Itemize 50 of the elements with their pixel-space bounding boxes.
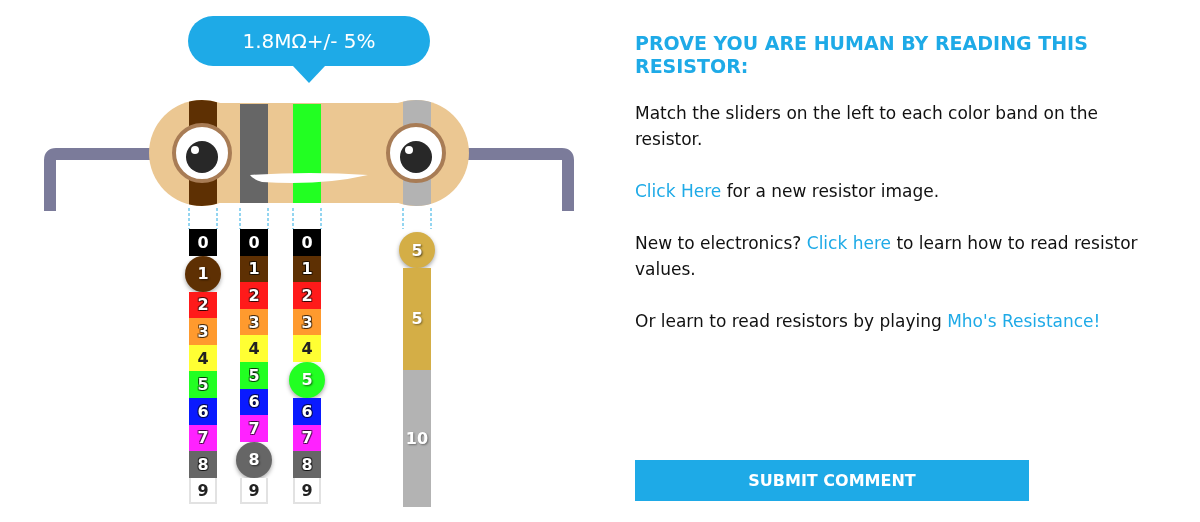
slider-knob[interactable]: 8 bbox=[236, 441, 272, 478]
leader-line bbox=[402, 207, 404, 229]
color-code-cell[interactable]: 4 bbox=[293, 335, 321, 362]
leader-line bbox=[430, 207, 432, 229]
tolerance-segment[interactable]: 5 bbox=[403, 268, 431, 370]
eye bbox=[386, 123, 446, 183]
link[interactable]: Click Here bbox=[635, 181, 722, 201]
color-code-cell[interactable]: 7 bbox=[189, 424, 217, 452]
paragraph: Or learn to read resistors by playing Mho's Resistance! bbox=[635, 310, 1102, 333]
color-code-cell[interactable]: 0 bbox=[240, 229, 268, 256]
color-code-cell[interactable]: 8 bbox=[189, 451, 217, 478]
color-code-cell[interactable]: 1 bbox=[240, 255, 268, 283]
color-code-cell[interactable]: 6 bbox=[240, 388, 268, 416]
color-code-cell[interactable]: 7 bbox=[293, 424, 321, 452]
color-code-cell[interactable]: 4 bbox=[189, 344, 217, 372]
color-code-cell[interactable]: 3 bbox=[240, 308, 268, 336]
color-code-cell[interactable]: 9 bbox=[240, 477, 268, 505]
color-code-cell[interactable]: 2 bbox=[293, 282, 321, 309]
leader-line bbox=[239, 207, 241, 229]
color-code-cell[interactable]: 7 bbox=[240, 415, 268, 442]
slider-knob[interactable]: 1 bbox=[185, 255, 221, 292]
leader-line bbox=[292, 207, 294, 229]
color-code-cell[interactable]: 4 bbox=[240, 335, 268, 362]
leader-line bbox=[216, 207, 218, 229]
link[interactable]: Mho's Resistance! bbox=[947, 311, 1101, 331]
paragraph: New to electronics? Click here to learn how to read resistor values. bbox=[635, 232, 1139, 281]
leader-line bbox=[267, 207, 269, 229]
heading: PROVE YOU ARE HUMAN BY READING THIS RESISTOR: bbox=[635, 32, 1089, 78]
color-code-cell[interactable]: 9 bbox=[189, 477, 217, 505]
color-code-cell[interactable]: 3 bbox=[189, 318, 217, 345]
color-code-cell[interactable]: 8 bbox=[293, 451, 321, 478]
paragraph: Match the sliders on the left to each color band on the resistor. bbox=[635, 102, 1099, 151]
tooltip-pointer-icon bbox=[293, 66, 325, 83]
eye bbox=[172, 123, 232, 183]
color-code-cell[interactable]: 0 bbox=[189, 229, 217, 256]
paragraph: Click Here for a new resistor image. bbox=[635, 180, 941, 203]
submit-button[interactable]: SUBMIT COMMENT bbox=[635, 460, 1029, 501]
color-code-cell[interactable]: 2 bbox=[189, 291, 217, 319]
color-code-cell[interactable]: 6 bbox=[293, 397, 321, 425]
color-code-cell[interactable]: 0 bbox=[293, 229, 321, 256]
tolerance-segment[interactable]: 10 bbox=[403, 369, 431, 507]
color-code-cell[interactable]: 3 bbox=[293, 308, 321, 336]
slider-knob[interactable]: 5 bbox=[399, 232, 435, 268]
link[interactable]: Click here bbox=[806, 233, 891, 253]
leader-line bbox=[320, 207, 322, 229]
leader-line bbox=[188, 207, 190, 229]
color-code-cell[interactable]: 1 bbox=[293, 255, 321, 283]
color-code-cell[interactable]: 9 bbox=[293, 477, 321, 505]
color-code-cell[interactable]: 6 bbox=[189, 397, 217, 425]
color-code-cell[interactable]: 2 bbox=[240, 282, 268, 309]
